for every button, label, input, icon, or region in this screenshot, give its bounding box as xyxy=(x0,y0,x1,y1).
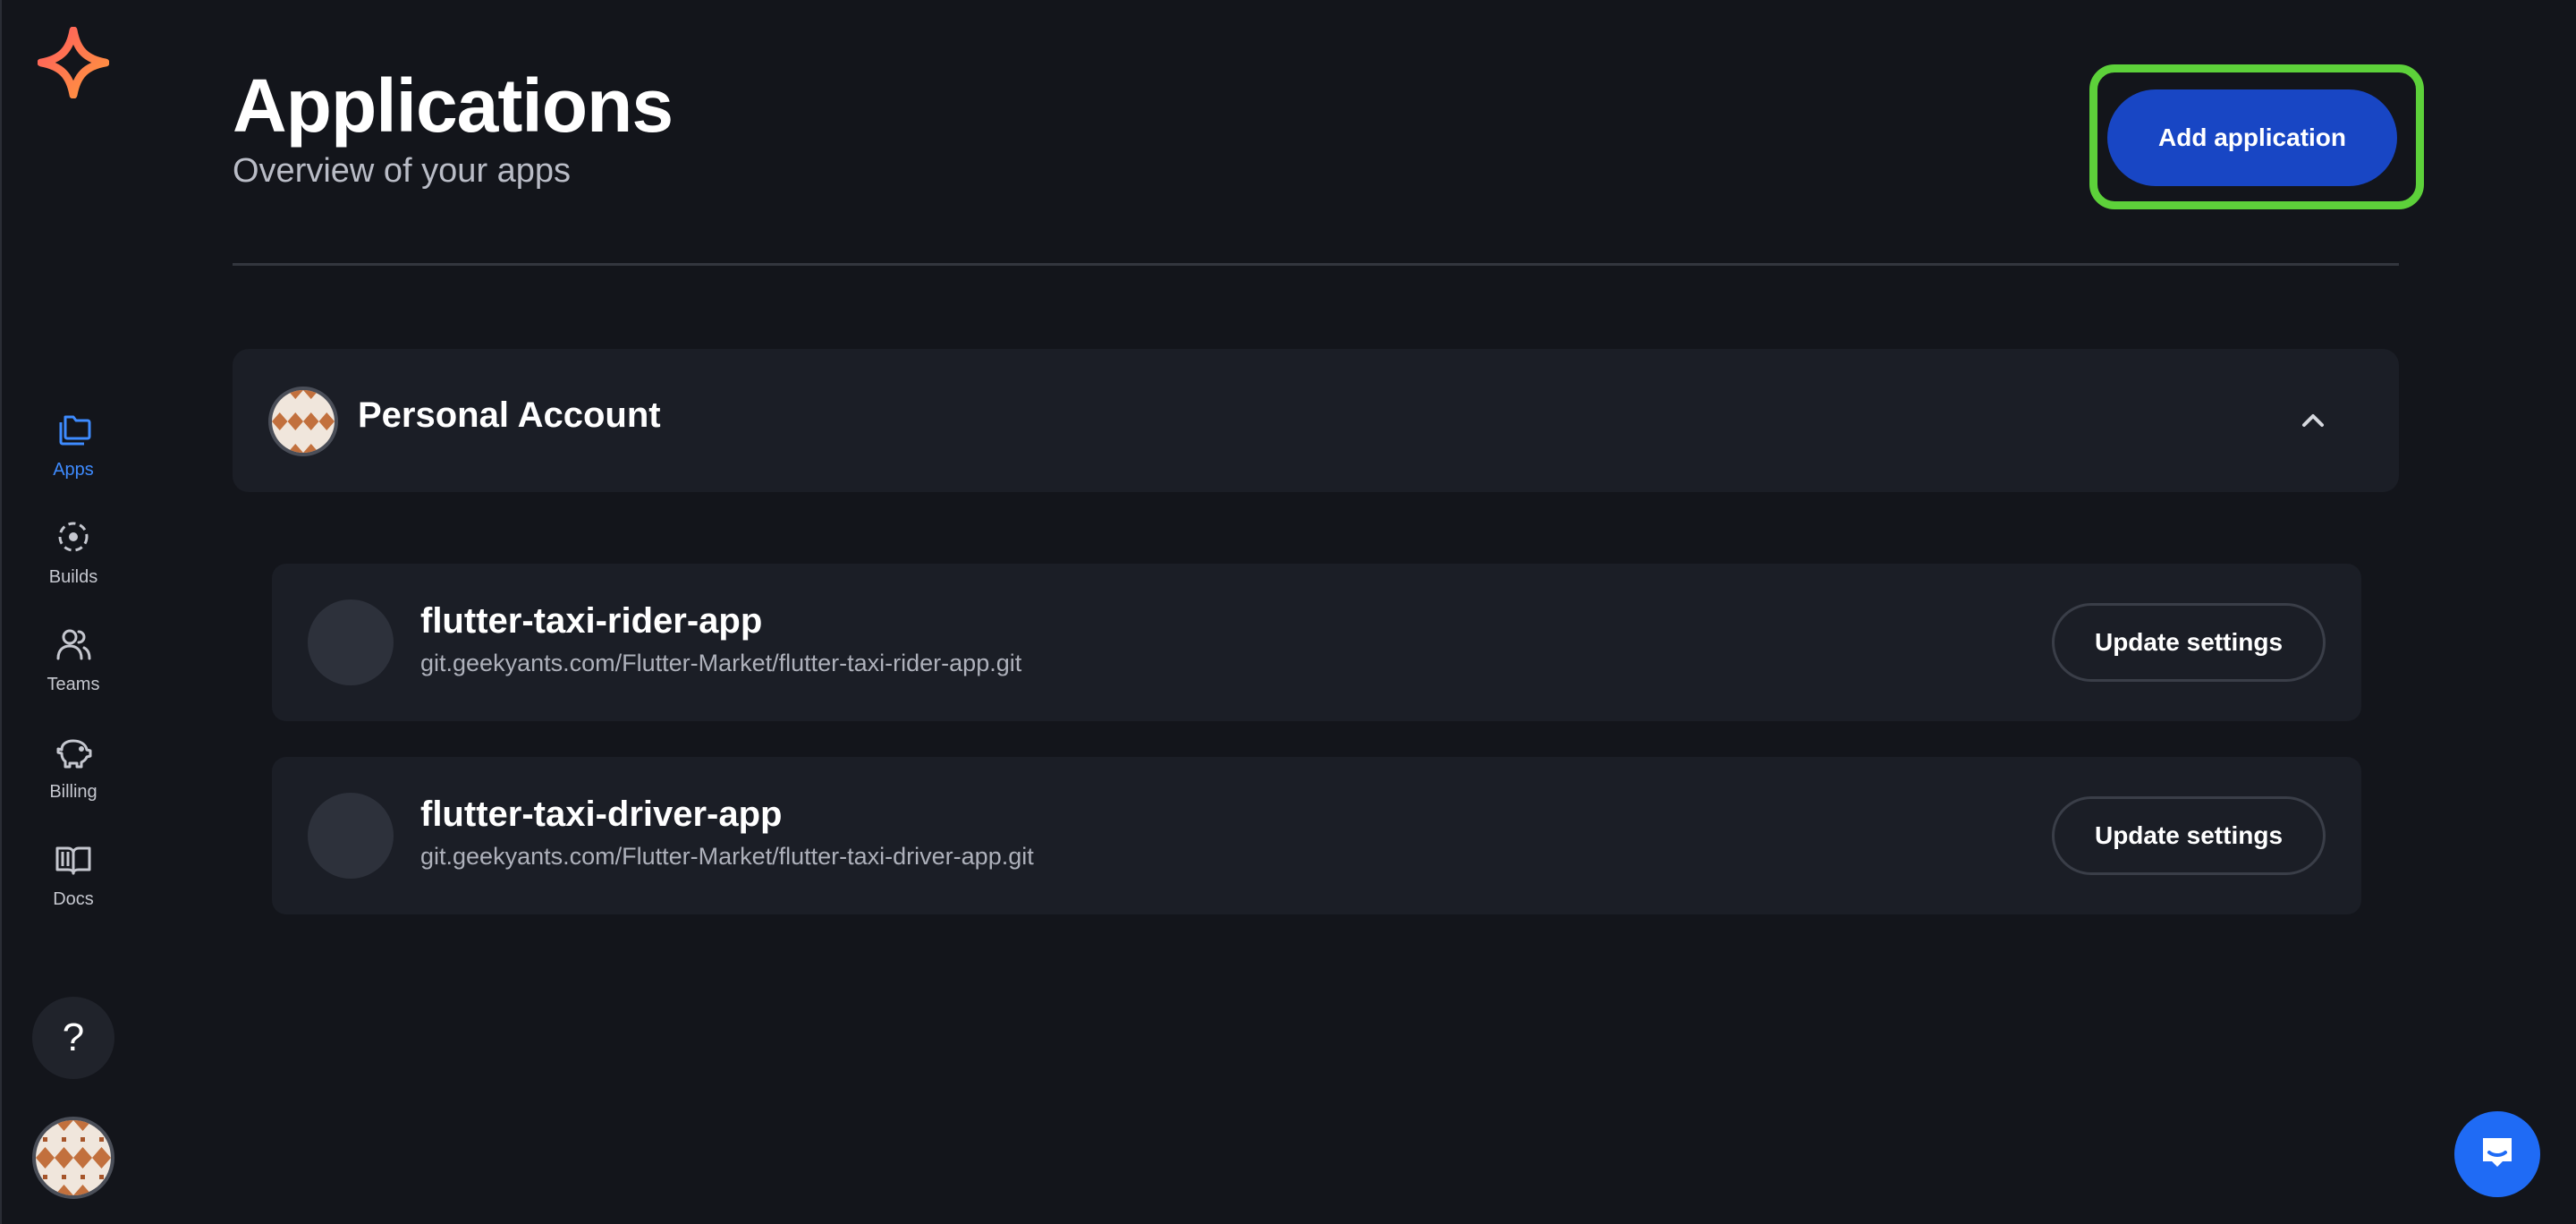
app-avatar xyxy=(308,599,394,685)
sidebar-nav: Apps Builds Teams Billing Docs xyxy=(2,394,145,931)
chevron-up-icon[interactable] xyxy=(2295,403,2331,438)
sidebar-item-teams[interactable]: Teams xyxy=(2,608,145,716)
app-list-item: flutter-taxi-driver-app git.geekyants.co… xyxy=(272,757,2361,914)
update-settings-button[interactable]: Update settings xyxy=(2052,603,2326,682)
help-button[interactable]: ? xyxy=(32,997,114,1079)
book-icon xyxy=(52,837,95,880)
sidebar-item-docs[interactable]: Docs xyxy=(2,823,145,931)
user-avatar[interactable] xyxy=(32,1117,114,1199)
piggy-bank-icon xyxy=(52,730,95,773)
app-name[interactable]: flutter-taxi-driver-app xyxy=(420,795,783,835)
app-list-item: flutter-taxi-rider-app git.geekyants.com… xyxy=(272,564,2361,721)
sidebar-item-builds[interactable]: Builds xyxy=(2,501,145,608)
update-settings-button[interactable]: Update settings xyxy=(2052,796,2326,875)
folder-icon xyxy=(52,408,95,451)
chat-icon xyxy=(2476,1131,2519,1178)
sidebar-item-label: Teams xyxy=(47,675,100,694)
sidebar-item-label: Apps xyxy=(53,460,94,480)
page-title: Applications xyxy=(233,64,674,148)
star-logo-icon[interactable] xyxy=(37,26,110,99)
app-root: Apps Builds Teams Billing Docs ? Applica… xyxy=(0,0,2576,1224)
help-button-label: ? xyxy=(62,1016,85,1059)
page-subtitle: Overview of your apps xyxy=(233,152,572,190)
chat-launcher-button[interactable] xyxy=(2454,1111,2540,1197)
app-repo-url: git.geekyants.com/Flutter-Market/flutter… xyxy=(420,650,1022,676)
sidebar: Apps Builds Teams Billing Docs ? xyxy=(0,0,143,1224)
sidebar-item-label: Docs xyxy=(53,889,94,909)
sidebar-item-billing[interactable]: Billing xyxy=(2,716,145,823)
add-application-button[interactable]: Add application xyxy=(2107,89,2397,186)
sidebar-item-label: Billing xyxy=(49,782,97,802)
account-name: Personal Account xyxy=(358,395,661,435)
account-group-header[interactable]: Personal Account xyxy=(233,349,2399,492)
sidebar-item-label: Builds xyxy=(48,567,98,587)
team-icon xyxy=(52,623,95,666)
sidebar-item-apps[interactable]: Apps xyxy=(2,394,145,501)
app-name[interactable]: flutter-taxi-rider-app xyxy=(420,601,762,642)
app-repo-url: git.geekyants.com/Flutter-Market/flutter… xyxy=(420,843,1034,870)
app-avatar xyxy=(308,793,394,879)
header-divider xyxy=(233,263,2399,266)
account-avatar xyxy=(268,387,338,456)
builds-icon xyxy=(52,515,95,558)
